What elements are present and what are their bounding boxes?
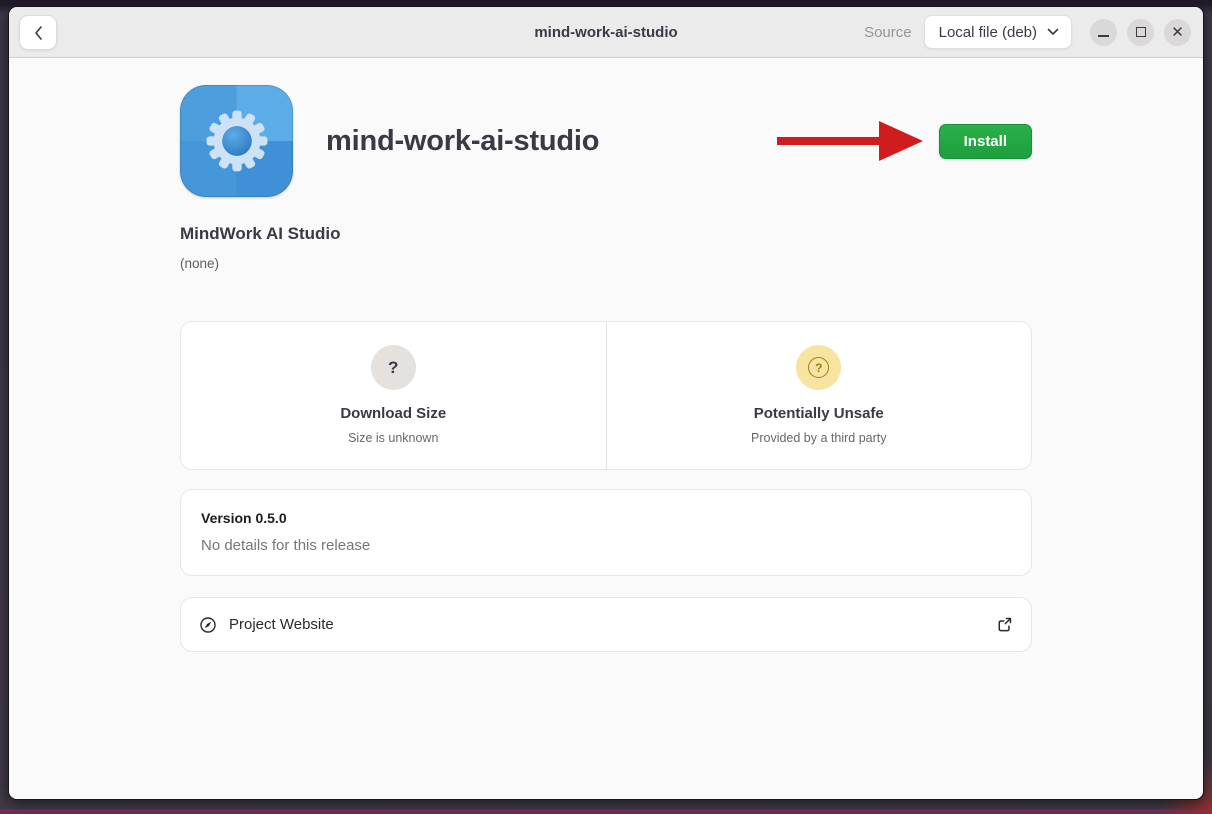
software-app-window: mind-work-ai-studio Source Local file (d… <box>8 6 1204 800</box>
gear-icon <box>198 102 276 180</box>
version-card: Version 0.5.0 No details for this releas… <box>180 489 1032 576</box>
red-arrow-annotation <box>775 119 925 163</box>
install-button[interactable]: Install <box>939 124 1032 159</box>
header-bar: mind-work-ai-studio Source Local file (d… <box>9 7 1203 58</box>
project-website-row[interactable]: Project Website <box>180 597 1032 652</box>
chevron-left-icon <box>32 25 44 41</box>
minimize-button[interactable] <box>1090 19 1117 46</box>
close-icon: ✕ <box>1171 25 1184 40</box>
tile-title: Potentially Unsafe <box>754 405 884 422</box>
source-dropdown[interactable]: Local file (deb) <box>924 15 1072 49</box>
compass-icon <box>199 616 217 634</box>
app-hero-section: mind-work-ai-studio Install <box>180 85 1032 197</box>
license-text: (none) <box>180 256 1032 271</box>
developer-block: MindWork AI Studio (none) <box>180 224 1032 271</box>
context-tiles-card: ? Download Size Size is unknown ? Potent… <box>180 321 1032 470</box>
tile-subtitle: Provided by a third party <box>751 431 887 445</box>
tile-subtitle: Size is unknown <box>348 431 438 445</box>
maximize-icon <box>1136 27 1146 37</box>
version-detail: No details for this release <box>201 537 1011 554</box>
developer-name: MindWork AI Studio <box>180 224 1032 244</box>
source-label: Source <box>864 24 912 41</box>
potentially-unsafe-tile[interactable]: ? Potentially Unsafe Provided by a third… <box>606 322 1032 469</box>
source-dropdown-value: Local file (deb) <box>939 24 1037 41</box>
header-right-controls: Source Local file (deb) ✕ <box>864 15 1191 49</box>
tile-title: Download Size <box>340 405 446 422</box>
download-size-tile[interactable]: ? Download Size Size is unknown <box>181 322 606 469</box>
app-icon <box>180 85 293 197</box>
back-button[interactable] <box>19 15 57 50</box>
circled-question-warning-icon: ? <box>796 345 841 390</box>
project-website-label: Project Website <box>229 616 334 633</box>
question-mark-icon: ? <box>371 345 416 390</box>
version-title: Version 0.5.0 <box>201 510 1011 526</box>
app-details-page: mind-work-ai-studio Install MindWork AI … <box>9 58 1203 799</box>
close-button[interactable]: ✕ <box>1164 19 1191 46</box>
external-link-icon <box>996 616 1013 633</box>
minimize-icon <box>1098 35 1109 37</box>
maximize-button[interactable] <box>1127 19 1154 46</box>
chevron-down-icon <box>1047 28 1059 36</box>
app-name-heading: mind-work-ai-studio <box>326 125 599 158</box>
